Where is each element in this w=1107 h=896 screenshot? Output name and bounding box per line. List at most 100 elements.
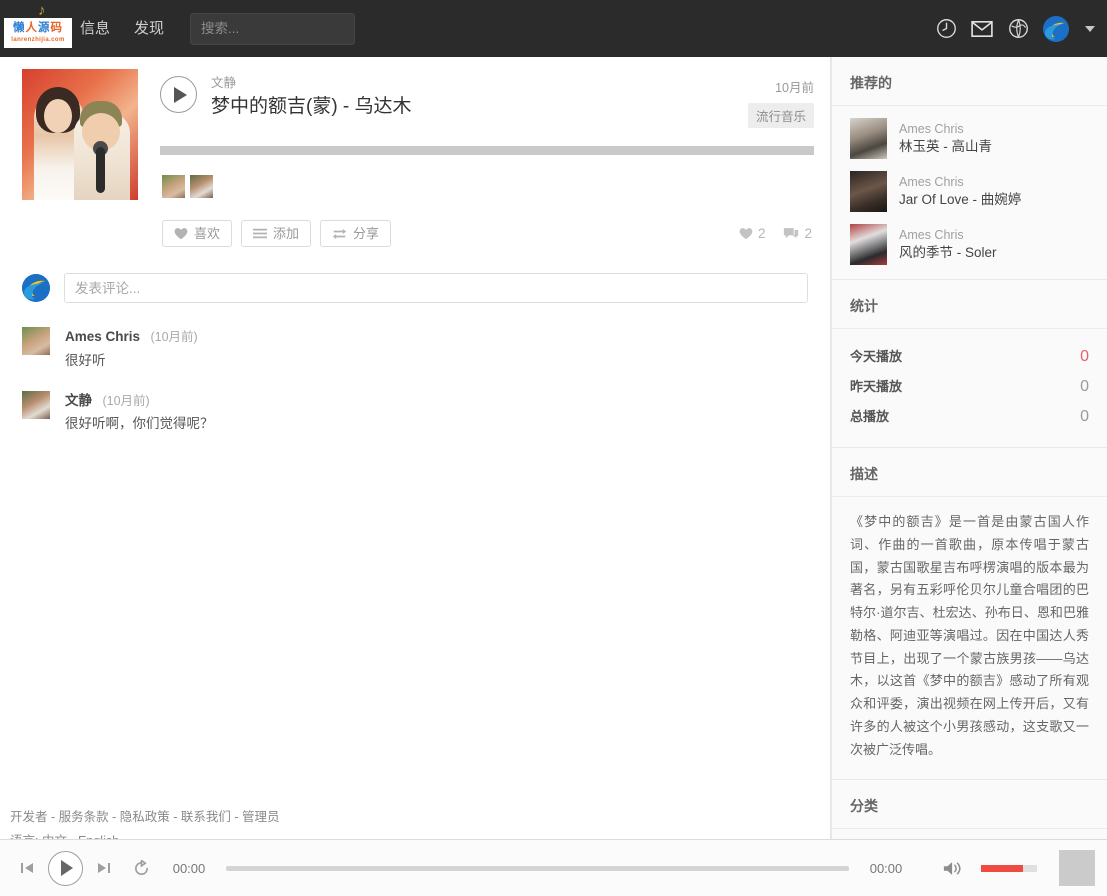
comment-body: Ames Chris (10月前) 很好听 (50, 327, 198, 371)
page-content: 文静 梦中的额吉(蒙) - 乌达木 10月前 流行音乐 喜欢 添加 分享 2 2… (0, 57, 1107, 839)
list-item[interactable]: Ames Chris 风的季节 - Soler (832, 218, 1107, 271)
player-elapsed-time: 00:00 (172, 860, 206, 876)
comment-input[interactable] (64, 273, 808, 303)
watermark-char-1: 人 (25, 22, 38, 35)
recommended-thumbnail (850, 118, 887, 159)
stats-heading: 统计 (832, 280, 1107, 329)
repeat-icon[interactable] (133, 859, 150, 877)
recommended-title: 林玉英 - 高山青 (899, 138, 992, 154)
search-input[interactable] (190, 12, 356, 45)
track-actions: 喜欢 添加 分享 2 2 (160, 198, 814, 247)
player-bar: 00:00 00:00 (0, 839, 1107, 896)
track-artwork[interactable] (22, 69, 138, 200)
stat-value: 0 (1080, 378, 1089, 395)
comment-text: 很好听 (65, 352, 106, 368)
avatar[interactable] (22, 327, 50, 355)
repost-icon (332, 228, 347, 239)
comment-count-value: 2 (804, 226, 812, 241)
liker-avatar[interactable] (162, 175, 185, 198)
liker-avatars (160, 155, 814, 198)
recommended-heading: 推荐的 (832, 57, 1107, 106)
add-button-label: 添加 (273, 226, 300, 241)
watermark-logo: 懒人源码 lanrenzhijia.com (4, 18, 72, 48)
stat-value: 0 (1080, 408, 1089, 425)
track-hero: 文静 梦中的额吉(蒙) - 乌达木 10月前 流行音乐 喜欢 添加 分享 2 2 (0, 57, 830, 247)
stat-label: 总播放 (850, 409, 890, 424)
current-user-avatar[interactable] (22, 274, 50, 302)
track-meta: 10月前 流行音乐 (747, 69, 814, 128)
comment-author[interactable]: Ames Chris (65, 329, 140, 344)
comment-header: Ames Chris (10月前) (65, 327, 198, 348)
previous-track-icon[interactable] (20, 861, 34, 875)
comment-author[interactable]: 文静 (65, 393, 92, 408)
search-container (190, 12, 356, 45)
footer-language-line[interactable]: 语言: 中文 - English (10, 830, 831, 839)
footer-sep: - (47, 810, 59, 824)
comment-header: 文静 (10月前) (65, 391, 214, 412)
list-item[interactable]: Ames Chris 林玉英 - 高山青 (832, 112, 1107, 165)
volume-icon[interactable] (943, 860, 963, 877)
page-footer: 开发者 - 服务条款 - 隐私政策 - 联系我们 - 管理员 语言: 中文 - … (0, 806, 831, 839)
comment-count[interactable]: 2 (783, 226, 812, 241)
nav-link-discover[interactable]: 发现 (122, 0, 176, 57)
stats-list: 今天播放 0 昨天播放 0 总播放 0 (832, 329, 1107, 447)
nav-link-info[interactable]: 信息 (68, 0, 122, 57)
comment-text: 很好听啊，你们觉得呢？ (65, 416, 214, 432)
footer-sep: - (108, 810, 120, 824)
page-title[interactable]: 梦中的额吉(蒙) - 乌达木 (211, 94, 748, 120)
play-icon (61, 860, 73, 876)
recommended-user: Ames Chris (899, 227, 964, 242)
player-seek-bar[interactable] (226, 865, 849, 871)
comment-body: 文静 (10月前) 很好听啊，你们觉得呢？ (50, 391, 214, 435)
footer-link-privacy[interactable]: 隐私政策 (120, 810, 170, 824)
share-button[interactable]: 分享 (320, 220, 392, 247)
like-button-label: 喜欢 (194, 226, 221, 241)
description-heading: 描述 (832, 448, 1107, 497)
volume-slider[interactable] (981, 864, 1037, 872)
add-to-playlist-button[interactable]: 添加 (241, 220, 312, 247)
recommended-text: Ames Chris Jar Of Love - 曲婉婷 (887, 174, 1021, 209)
play-icon (173, 86, 187, 103)
chevron-down-icon[interactable] (1085, 25, 1095, 32)
footer-link-contact[interactable]: 联系我们 (181, 810, 231, 824)
category-tag-list: #流行音乐 (832, 829, 1107, 839)
like-count-value: 2 (757, 226, 766, 241)
liker-avatar[interactable] (190, 175, 213, 198)
player-play-button[interactable] (48, 850, 83, 886)
stat-value: 0 (1080, 348, 1089, 365)
next-track-icon[interactable] (97, 861, 111, 875)
volume-slider-fill (981, 864, 1023, 872)
track-uploader[interactable]: 文静 (211, 75, 748, 93)
mail-icon[interactable] (971, 18, 993, 40)
globe-icon[interactable] (1007, 18, 1029, 40)
user-avatar[interactable] (1043, 15, 1069, 42)
stat-row-total: 总播放 0 (850, 401, 1089, 431)
recommended-user: Ames Chris (899, 174, 964, 189)
comment-icon (784, 228, 799, 238)
footer-link-terms[interactable]: 服务条款 (59, 810, 109, 824)
recommended-user: Ames Chris (899, 121, 964, 136)
track-details: 文静 梦中的额吉(蒙) - 乌达木 10月前 流行音乐 喜欢 添加 分享 2 2 (138, 69, 814, 247)
track-genre-tag[interactable]: 流行音乐 (747, 103, 814, 128)
footer-link-admin[interactable]: 管理员 (242, 810, 280, 824)
comment-item: 文静 (10月前) 很好听啊，你们觉得呢？ (22, 390, 808, 435)
recommended-text: Ames Chris 林玉英 - 高山青 (887, 121, 992, 156)
comment-timestamp: (10月前) (150, 330, 198, 344)
comment-list: Ames Chris (10月前) 很好听 文静 (10月前) 很好听啊，你们觉… (0, 303, 830, 434)
stat-label: 今天播放 (850, 349, 903, 364)
player-track-thumbnail[interactable] (1059, 850, 1095, 886)
recommended-title: Jar Of Love - 曲婉婷 (899, 191, 1022, 207)
categories-heading: 分类 (832, 780, 1107, 830)
track-waveform[interactable] (160, 146, 814, 155)
dashboard-icon[interactable] (935, 18, 957, 40)
list-item[interactable]: Ames Chris Jar Of Love - 曲婉婷 (832, 165, 1107, 218)
stats-section: 统计 今天播放 0 昨天播放 0 总播放 0 (832, 280, 1107, 448)
main-column: 文静 梦中的额吉(蒙) - 乌达木 10月前 流行音乐 喜欢 添加 分享 2 2… (0, 57, 831, 839)
share-button-label: 分享 (353, 226, 380, 241)
watermark-logo-top: 懒人源码 (13, 23, 63, 35)
footer-link-developer[interactable]: 开发者 (10, 810, 48, 824)
avatar[interactable] (22, 390, 50, 419)
play-track-button[interactable] (160, 76, 197, 113)
like-button[interactable]: 喜欢 (162, 220, 233, 247)
like-count[interactable]: 2 (739, 226, 766, 241)
